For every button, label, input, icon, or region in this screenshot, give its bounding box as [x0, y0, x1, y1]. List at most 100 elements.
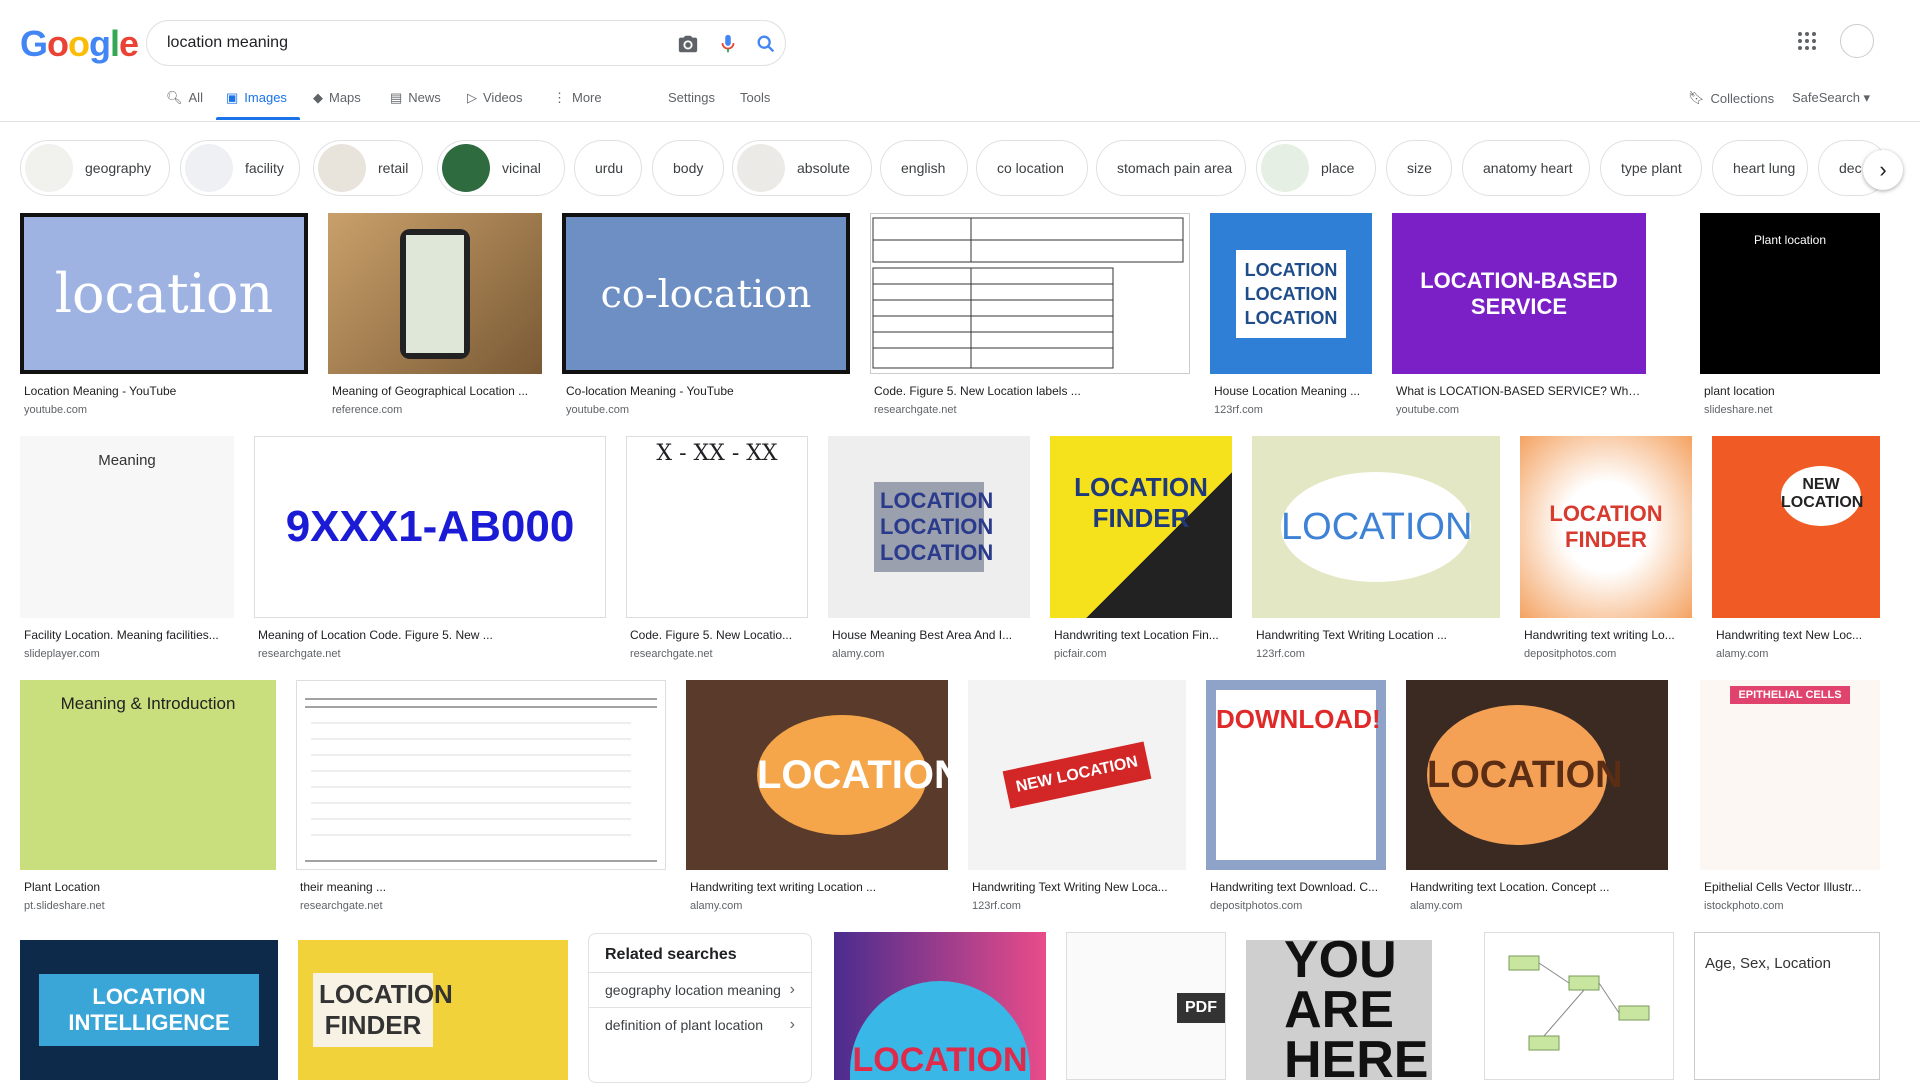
image-result[interactable]: EPITHELIAL CELLS Epithelial Cells Vector… [1700, 680, 1880, 912]
image-result[interactable]: LOCATION FINDER [298, 940, 568, 1080]
result-title[interactable]: Handwriting text writing Lo... [1520, 628, 1692, 642]
chip-body[interactable]: body [652, 140, 724, 196]
result-thumbnail[interactable]: Age, Sex, Location [1694, 932, 1880, 1080]
image-result[interactable]: LOCATION LOCATION LOCATION House Locatio… [1210, 213, 1372, 416]
image-result[interactable] [1484, 932, 1674, 1080]
image-result[interactable]: LOCATION Handwriting text Location. Conc… [1406, 680, 1668, 912]
result-title[interactable]: Handwriting text New Loc... [1712, 628, 1880, 642]
result-thumbnail[interactable] [870, 213, 1190, 374]
result-title[interactable]: Handwriting text Location. Concept ... [1406, 880, 1668, 894]
result-title[interactable]: House Meaning Best Area And I... [828, 628, 1030, 642]
result-thumbnail[interactable]: DOWNLOAD! [1206, 680, 1386, 870]
image-result[interactable]: YOU ARE HERE [1246, 940, 1432, 1080]
chip-facility[interactable]: facility [180, 140, 300, 196]
image-result[interactable]: Meaning & Introduction Plant Location pt… [20, 680, 276, 912]
result-title[interactable]: Handwriting Text Writing New Loca... [968, 880, 1186, 894]
result-thumbnail[interactable]: LOCATION-BASED SERVICE [1392, 213, 1646, 374]
result-title[interactable]: Handwriting text writing Location ... [686, 880, 948, 894]
image-result[interactable]: PDF [1066, 932, 1226, 1080]
result-thumbnail[interactable]: LOCATION [1406, 680, 1668, 870]
account-avatar[interactable] [1840, 24, 1874, 58]
camera-icon[interactable] [677, 33, 699, 55]
result-thumbnail[interactable]: LOCATION FINDER [1520, 436, 1692, 618]
tab-videos[interactable]: ▷ Videos [467, 90, 523, 120]
result-title[interactable]: Location Meaning - YouTube [20, 384, 308, 398]
chip-type-plant[interactable]: type plant [1600, 140, 1702, 196]
image-result[interactable]: LOCATION Handwriting text writing Locati… [686, 680, 948, 912]
result-thumbnail[interactable]: LOCATION [834, 932, 1046, 1080]
result-thumbnail[interactable]: Meaning [20, 436, 234, 618]
result-thumbnail[interactable] [1484, 932, 1674, 1080]
result-title[interactable]: Handwriting Text Writing Location ... [1252, 628, 1500, 642]
chip-urdu[interactable]: urdu [574, 140, 642, 196]
chip-absolute[interactable]: absolute [732, 140, 872, 196]
chip-stomach-pain-area[interactable]: stomach pain area [1096, 140, 1246, 196]
result-thumbnail[interactable]: YOU ARE HERE [1246, 940, 1432, 1080]
image-result[interactable]: NEW LOCATION Handwriting Text Writing Ne… [968, 680, 1186, 912]
settings-link[interactable]: Settings [668, 90, 715, 105]
search-box[interactable] [146, 20, 786, 66]
search-icon[interactable] [755, 33, 777, 55]
result-thumbnail[interactable]: 9XXX1-AB000 [254, 436, 606, 618]
result-thumbnail[interactable]: LOCATION LOCATION LOCATION [828, 436, 1030, 618]
image-result[interactable]: Plant location plant location slideshare… [1700, 213, 1880, 416]
tab-images[interactable]: ▣ Images [226, 90, 287, 120]
result-thumbnail[interactable]: Plant location [1700, 213, 1880, 374]
result-thumbnail[interactable]: NEW LOCATION [968, 680, 1186, 870]
result-thumbnail[interactable] [296, 680, 666, 870]
apps-grid-icon[interactable] [1797, 31, 1817, 51]
image-result[interactable]: Code. Figure 5. New Location labels ... … [870, 213, 1190, 416]
chip-english[interactable]: english [880, 140, 968, 196]
result-thumbnail[interactable]: LOCATION [1252, 436, 1500, 618]
chip-anatomy-heart[interactable]: anatomy heart [1462, 140, 1590, 196]
image-result[interactable]: Age, Sex, Location [1694, 932, 1880, 1080]
microphone-icon[interactable] [717, 33, 739, 55]
image-result[interactable]: location Location Meaning - YouTube yout… [20, 213, 308, 416]
chevron-right-icon[interactable]: › [1863, 150, 1903, 190]
image-result[interactable]: LOCATION LOCATION LOCATION House Meaning… [828, 436, 1030, 660]
tab-more[interactable]: ⋮ More [553, 90, 602, 120]
search-input[interactable] [165, 31, 635, 55]
result-title[interactable]: Facility Location. Meaning facilities... [20, 628, 234, 642]
chip-retail[interactable]: retail [313, 140, 423, 196]
collections-link[interactable]: 🔖︎ Collections [1688, 90, 1774, 106]
image-result[interactable]: X - XX - XX Code. Figure 5. New Locatio.… [626, 436, 808, 660]
result-thumbnail[interactable]: location [20, 213, 308, 374]
image-result[interactable]: NEW LOCATION Handwriting text New Loc...… [1712, 436, 1880, 660]
result-thumbnail[interactable]: LOCATION LOCATION LOCATION [1210, 213, 1372, 374]
image-result[interactable]: LOCATION INTELLIGENCE [20, 940, 278, 1080]
safesearch-dropdown[interactable]: SafeSearch ▾ [1792, 90, 1870, 106]
related-search-item[interactable]: definition of plant location › [589, 1007, 811, 1042]
result-title[interactable]: Handwriting text Download. C... [1206, 880, 1386, 894]
chip-size[interactable]: size [1386, 140, 1452, 196]
result-title[interactable]: Plant Location [20, 880, 276, 894]
result-thumbnail[interactable]: LOCATION FINDER [298, 940, 568, 1080]
tab-maps[interactable]: ◆ Maps [313, 90, 361, 120]
result-thumbnail[interactable]: NEW LOCATION [1712, 436, 1880, 618]
result-thumbnail[interactable]: Meaning & Introduction [20, 680, 276, 870]
result-title[interactable]: Epithelial Cells Vector Illustr... [1700, 880, 1880, 894]
result-thumbnail[interactable]: PDF [1066, 932, 1226, 1080]
image-result[interactable]: their meaning ... researchgate.net [296, 680, 666, 912]
image-result[interactable]: DOWNLOAD! Handwriting text Download. C..… [1206, 680, 1386, 912]
result-title[interactable]: What is LOCATION-BASED SERVICE? What ... [1392, 384, 1646, 398]
result-thumbnail[interactable]: X - XX - XX [626, 436, 808, 618]
result-thumbnail[interactable] [328, 213, 542, 374]
image-result[interactable]: LOCATION [834, 932, 1046, 1080]
result-title[interactable]: their meaning ... [296, 880, 666, 894]
result-thumbnail[interactable]: LOCATION FINDER [1050, 436, 1232, 618]
result-thumbnail[interactable]: LOCATION [686, 680, 948, 870]
chip-geography[interactable]: geography [20, 140, 170, 196]
image-result[interactable]: 9XXX1-AB000 Meaning of Location Code. Fi… [254, 436, 606, 660]
result-title[interactable]: Code. Figure 5. New Location labels ... [870, 384, 1190, 398]
result-thumbnail[interactable]: co-location [562, 213, 850, 374]
image-result[interactable]: co-location Co-location Meaning - YouTub… [562, 213, 850, 416]
image-result[interactable]: LOCATION FINDER Handwriting text writing… [1520, 436, 1692, 660]
image-result[interactable]: LOCATION Handwriting Text Writing Locati… [1252, 436, 1500, 660]
tab-news[interactable]: ▤ News [390, 90, 441, 120]
result-title[interactable]: Meaning of Location Code. Figure 5. New … [254, 628, 606, 642]
google-logo[interactable]: Google [20, 24, 139, 64]
image-result[interactable]: Meaning Facility Location. Meaning facil… [20, 436, 234, 660]
result-title[interactable]: Co-location Meaning - YouTube [562, 384, 850, 398]
chip-co-location[interactable]: co location [976, 140, 1088, 196]
